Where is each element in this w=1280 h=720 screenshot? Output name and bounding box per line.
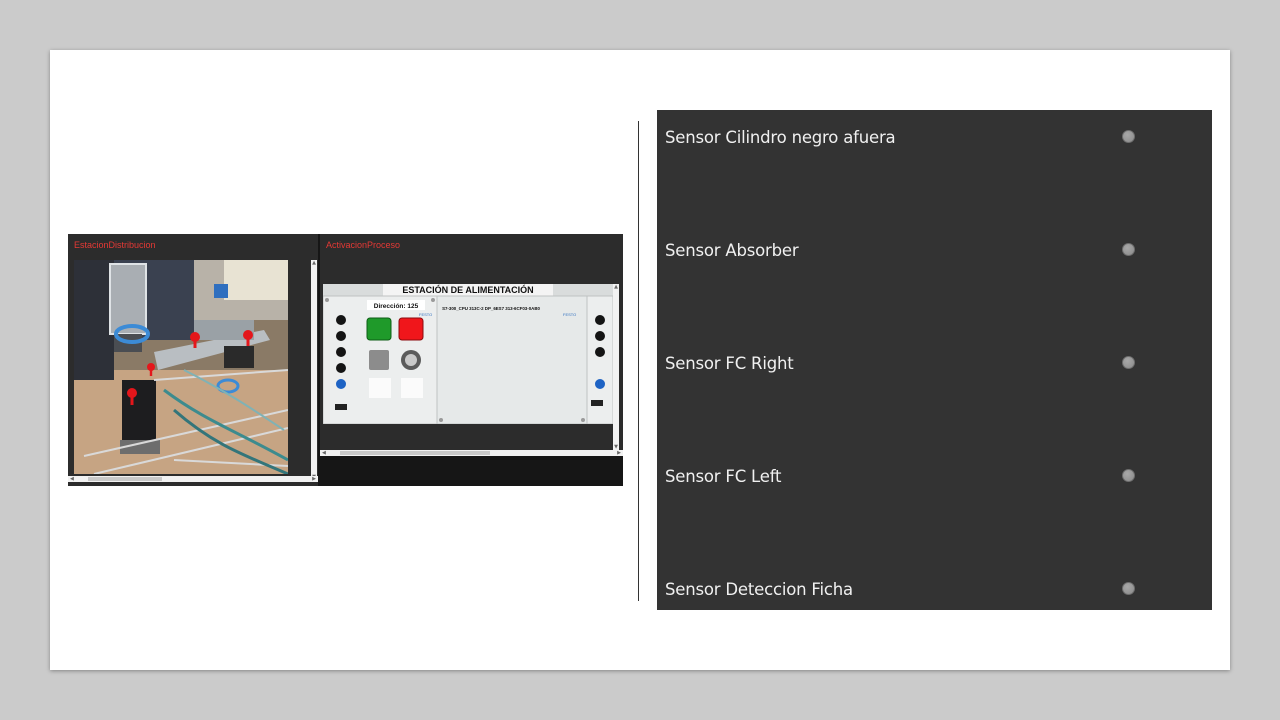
sensor-label: Sensor Cilindro negro afuera — [665, 128, 896, 147]
activation-image-viewport: ESTACIÓN DE ALIMENTACIÓN Dirección: 125 … — [323, 284, 613, 424]
activation-panel-title: ActivacionProceso — [326, 240, 401, 250]
scroll-up-icon[interactable]: ▲ — [613, 284, 619, 290]
vertical-divider — [638, 121, 639, 601]
sensor-row-fc-left: Sensor FC Left — [657, 453, 1212, 493]
activation-photo: ESTACIÓN DE ALIMENTACIÓN Dirección: 125 … — [323, 284, 613, 424]
sensor-row-absorber: Sensor Absorber — [657, 227, 1212, 267]
stop-button-photo — [398, 317, 424, 341]
sensor-led-icon — [1122, 243, 1135, 256]
sensor-row-fc-right: Sensor FC Right — [657, 340, 1212, 380]
sensor-row-cilindro: Sensor Cilindro negro afuera — [657, 114, 1212, 154]
station-photo — [74, 260, 288, 474]
start-button-photo — [366, 317, 392, 341]
activation-panel: ActivacionProceso ESTACIÓN DE ALIMENTACI… — [320, 234, 623, 456]
scroll-left-icon[interactable]: ◀ — [322, 450, 326, 456]
scroll-right-icon[interactable]: ▶ — [617, 450, 621, 456]
station-horizontal-scrollbar[interactable]: ◀ ▶ — [68, 476, 318, 482]
station-panel: EstacionDistribucion ▲ ◀ ▶ — [68, 234, 318, 486]
sensor-label: Sensor FC Right — [665, 354, 794, 373]
station-image-viewport — [74, 260, 288, 474]
scroll-thumb[interactable] — [88, 477, 162, 481]
sensor-led-icon — [1122, 582, 1135, 595]
sensor-row-deteccion-ficha: Sensor Deteccion Ficha — [657, 566, 1212, 606]
brand-label-right: FESTO — [563, 312, 576, 317]
activation-vertical-scrollbar[interactable]: ▲ ▼ — [613, 284, 619, 450]
station-header-text: ESTACIÓN DE ALIMENTACIÓN — [402, 284, 533, 295]
scroll-up-icon[interactable]: ▲ — [311, 260, 317, 266]
camera-panels: EstacionDistribucion ▲ ◀ ▶ ActivacionPro… — [68, 234, 623, 486]
sensor-label: Sensor Deteccion Ficha — [665, 580, 853, 599]
scroll-right-icon[interactable]: ▶ — [312, 476, 316, 482]
scroll-thumb[interactable] — [340, 451, 490, 455]
sensor-led-icon — [1122, 356, 1135, 369]
sensor-led-icon — [1122, 130, 1135, 143]
address-label: Dirección: 125 — [374, 303, 419, 310]
scroll-left-icon[interactable]: ◀ — [70, 476, 74, 482]
brand-label-left: FESTO — [419, 312, 432, 317]
station-panel-title: EstacionDistribucion — [74, 240, 156, 250]
reset-button-photo — [369, 350, 389, 370]
sensor-label: Sensor FC Left — [665, 467, 782, 486]
activation-horizontal-scrollbar[interactable]: ◀ ▶ — [320, 450, 623, 456]
sensor-label: Sensor Absorber — [665, 241, 799, 260]
station-vertical-scrollbar[interactable]: ▲ ▼ — [311, 260, 317, 480]
sensor-panel: Sensor Cilindro negro afuera Sensor Abso… — [657, 110, 1212, 610]
cpu-label: S7-300_CPU 313C-2 DP_6ES7 313-6CF03-0AB0 — [442, 306, 540, 311]
sensor-led-icon — [1122, 469, 1135, 482]
